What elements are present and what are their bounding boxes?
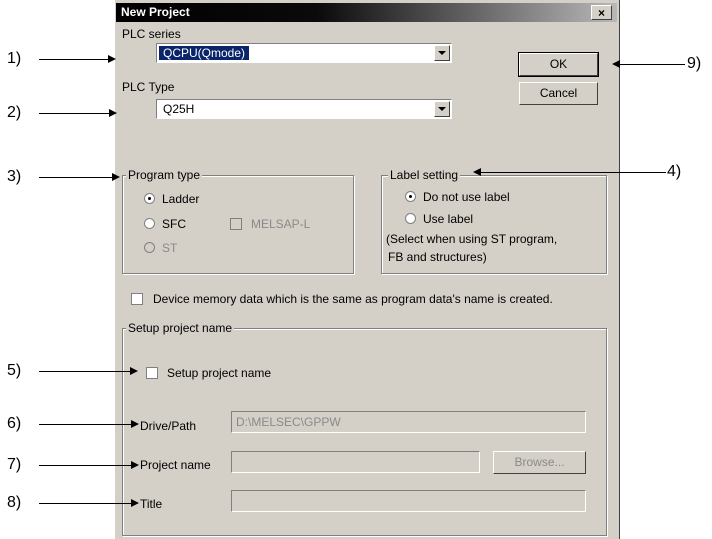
plc-series-label: PLC series (122, 27, 181, 41)
plc-type-label: PLC Type (122, 80, 175, 94)
window-title: New Project (121, 5, 190, 19)
title-field[interactable] (231, 490, 586, 512)
annotation-4: 4) (667, 163, 682, 180)
annotation-6: 6) (7, 415, 22, 432)
ladder-radio[interactable] (144, 193, 155, 204)
label-note-line2: FB and structures) (388, 250, 487, 264)
annotation-6-line (39, 424, 132, 425)
device-memory-label: Device memory data which is the same as … (153, 292, 553, 306)
plc-type-dropdown[interactable]: Q25H (156, 99, 452, 119)
drive-path-value: D:\MELSEC\GPPW (236, 415, 341, 429)
melsap-checkbox[interactable] (230, 218, 242, 230)
arrow-right-icon (130, 367, 138, 375)
project-name-field[interactable] (231, 451, 480, 473)
annotation-7-line (39, 465, 132, 466)
drive-path-field[interactable]: D:\MELSEC\GPPW (231, 411, 586, 433)
sfc-label: SFC (162, 217, 186, 231)
sfc-radio[interactable] (144, 218, 155, 229)
project-name-label: Project name (140, 458, 211, 472)
chevron-down-icon[interactable] (434, 101, 450, 117)
plc-series-dropdown[interactable]: QCPU(Qmode) (156, 43, 452, 63)
chevron-down-icon[interactable] (434, 45, 450, 61)
annotation-3: 3) (7, 168, 22, 185)
label-note-line1: (Select when using ST program, (386, 232, 558, 246)
arrow-right-icon (108, 55, 116, 63)
annotation-7: 7) (7, 456, 22, 473)
melsap-label: MELSAP-L (251, 217, 311, 231)
use-label-label: Use label (423, 212, 474, 226)
annotation-2: 2) (7, 104, 22, 121)
arrow-right-icon (109, 109, 117, 117)
annotation-8: 8) (7, 494, 22, 511)
plc-series-value: QCPU(Qmode) (159, 46, 250, 60)
title-label: Title (140, 497, 163, 511)
arrow-right-icon (131, 420, 139, 428)
annotation-4-line (480, 172, 666, 173)
use-label-radio[interactable] (405, 213, 416, 224)
arrow-right-icon (112, 173, 120, 181)
annotation-2-line (39, 113, 110, 114)
program-type-title: Program type (126, 168, 203, 182)
label-setting-title: Label setting (388, 168, 461, 182)
device-memory-checkbox[interactable] (131, 293, 143, 305)
st-label: ST (162, 241, 178, 255)
annotation-3-line (39, 177, 112, 178)
annotation-1: 1) (7, 50, 22, 67)
arrow-right-icon (131, 461, 139, 469)
annotation-5: 5) (7, 362, 22, 379)
title-bar[interactable] (116, 3, 617, 22)
browse-button[interactable]: Browse... (493, 451, 586, 474)
st-radio[interactable] (144, 242, 155, 253)
annotation-9-line (619, 64, 685, 65)
arrow-right-icon (131, 499, 139, 507)
no-label-radio[interactable] (405, 191, 416, 202)
annotation-8-line (39, 503, 132, 504)
plc-type-value: Q25H (163, 102, 195, 116)
drive-path-label: Drive/Path (140, 419, 197, 433)
close-button[interactable]: × (591, 5, 612, 20)
cancel-button[interactable]: Cancel (519, 82, 598, 105)
no-label-label: Do not use label (423, 190, 510, 204)
setup-project-label: Setup project name (167, 366, 272, 380)
annotation-1-line (39, 59, 109, 60)
setup-project-checkbox[interactable] (146, 367, 158, 379)
ladder-label: Ladder (162, 192, 200, 206)
ok-button[interactable]: OK (518, 52, 599, 77)
setup-project-title: Setup project name (126, 321, 235, 335)
annotation-9: 9) (687, 55, 702, 72)
annotation-5-line (39, 371, 131, 372)
